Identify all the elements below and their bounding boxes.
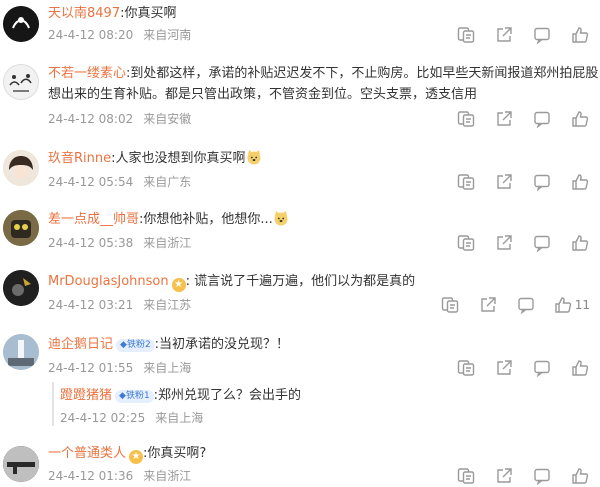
comment-list: 天以南8497:你真买啊 24-4-12 08:20 来自河南 不若一缕素心:到处… bbox=[0, 0, 600, 487]
comment-date: 24-4-12 01:55 bbox=[48, 361, 134, 375]
like-icon[interactable] bbox=[570, 109, 590, 129]
username[interactable]: 一个普通类人 bbox=[48, 446, 126, 461]
comment-icon[interactable] bbox=[456, 25, 476, 45]
comment-location: 来自浙江 bbox=[143, 236, 192, 250]
like-icon[interactable] bbox=[570, 25, 590, 45]
share-icon[interactable] bbox=[494, 358, 514, 378]
comment-text: :当初承诺的没兑现？！ bbox=[154, 337, 290, 352]
like-button[interactable]: 11 bbox=[554, 295, 590, 315]
comment-location: 来自浙江 bbox=[143, 469, 192, 483]
comment-icon[interactable] bbox=[456, 358, 476, 378]
comment-location: 来自上海 bbox=[143, 361, 192, 375]
comment-date: 24-4-12 08:02 bbox=[48, 112, 134, 126]
dog-face-emoji-icon bbox=[273, 210, 289, 233]
comment-location: 来自江苏 bbox=[143, 298, 192, 312]
username[interactable]: 蹬蹬猪猪 bbox=[60, 388, 112, 403]
comment-date: 24-4-12 08:20 bbox=[48, 28, 134, 42]
comment-location: 来自安徽 bbox=[143, 112, 192, 126]
username[interactable]: 天以南8497 bbox=[48, 6, 120, 21]
comment-text: : 谎言说了千遍万遍，他们以为都是真的 bbox=[185, 274, 416, 289]
fan-badge: ◆铁粉1 bbox=[115, 390, 154, 403]
share-icon[interactable] bbox=[494, 233, 514, 253]
username[interactable]: 不若一缕素心 bbox=[48, 66, 126, 81]
share-icon[interactable] bbox=[478, 295, 498, 315]
vip-badge-icon: ★ bbox=[171, 278, 186, 292]
avatar[interactable] bbox=[3, 64, 39, 100]
share-icon[interactable] bbox=[494, 25, 514, 45]
comment-location: 来自广东 bbox=[143, 175, 192, 189]
vip-badge-icon: ★ bbox=[129, 450, 144, 464]
like-icon bbox=[555, 297, 571, 313]
comment-icon[interactable] bbox=[456, 109, 476, 129]
comment-date: 24-4-12 05:38 bbox=[48, 236, 134, 250]
dog-face-emoji-icon bbox=[246, 149, 262, 172]
comment-text: :郑州兑现了么？会出手的 bbox=[153, 388, 302, 403]
comment-text: :你真买啊? bbox=[143, 446, 207, 461]
comment-text-continued: 想出来的生育补贴。都是只管出政策，不管资金到位。空头支票，透支信用 bbox=[48, 87, 478, 102]
comment-text: :你想他补贴，他想你... bbox=[139, 212, 273, 227]
like-icon[interactable] bbox=[570, 233, 590, 253]
comment-text: :人家也没想到你真买啊 bbox=[111, 151, 246, 166]
avatar[interactable] bbox=[3, 210, 39, 246]
username[interactable]: 迪企鹅日记 bbox=[48, 337, 113, 352]
reply-icon[interactable] bbox=[532, 358, 552, 378]
comment-text: :你真买啊 bbox=[120, 6, 177, 21]
avatar[interactable] bbox=[3, 334, 39, 370]
comment-location: 来自河南 bbox=[143, 28, 192, 42]
like-icon[interactable] bbox=[570, 172, 590, 192]
avatar[interactable] bbox=[3, 446, 39, 482]
share-icon[interactable] bbox=[494, 172, 514, 192]
comment-icon[interactable] bbox=[456, 466, 476, 486]
comment-date: 24-4-12 02:25 bbox=[60, 411, 146, 425]
username[interactable]: 玖音Rinne bbox=[48, 151, 111, 166]
username[interactable]: MrDouglasJohnson bbox=[48, 274, 169, 289]
avatar[interactable] bbox=[3, 270, 39, 306]
reply-icon[interactable] bbox=[516, 295, 536, 315]
reply-icon[interactable] bbox=[532, 466, 552, 486]
comment-date: 24-4-12 05:54 bbox=[48, 175, 134, 189]
comment-icon[interactable] bbox=[456, 233, 476, 253]
fan-badge: ◆铁粉2 bbox=[116, 339, 155, 352]
comment-location: 来自上海 bbox=[155, 411, 204, 425]
comment-date: 24-4-12 03:21 bbox=[48, 298, 134, 312]
share-icon[interactable] bbox=[494, 109, 514, 129]
avatar[interactable] bbox=[3, 150, 39, 186]
reply-icon[interactable] bbox=[532, 109, 552, 129]
avatar[interactable] bbox=[3, 6, 39, 42]
reply-icon[interactable] bbox=[532, 233, 552, 253]
like-icon[interactable] bbox=[570, 358, 590, 378]
reply-divider bbox=[52, 382, 54, 426]
share-icon[interactable] bbox=[494, 466, 514, 486]
reply-icon[interactable] bbox=[532, 172, 552, 192]
reply-icon[interactable] bbox=[532, 25, 552, 45]
like-count: 11 bbox=[574, 298, 590, 312]
like-icon[interactable] bbox=[570, 466, 590, 486]
comment-icon[interactable] bbox=[440, 295, 460, 315]
comment-icon[interactable] bbox=[456, 172, 476, 192]
username[interactable]: 差一点成__帅哥 bbox=[48, 212, 139, 227]
comment-text: :到处都这样，承诺的补贴迟迟发不下，不止购房。比如早些天新闻报道郑州拍屁股 bbox=[126, 66, 599, 81]
comment-date: 24-4-12 01:36 bbox=[48, 469, 134, 483]
